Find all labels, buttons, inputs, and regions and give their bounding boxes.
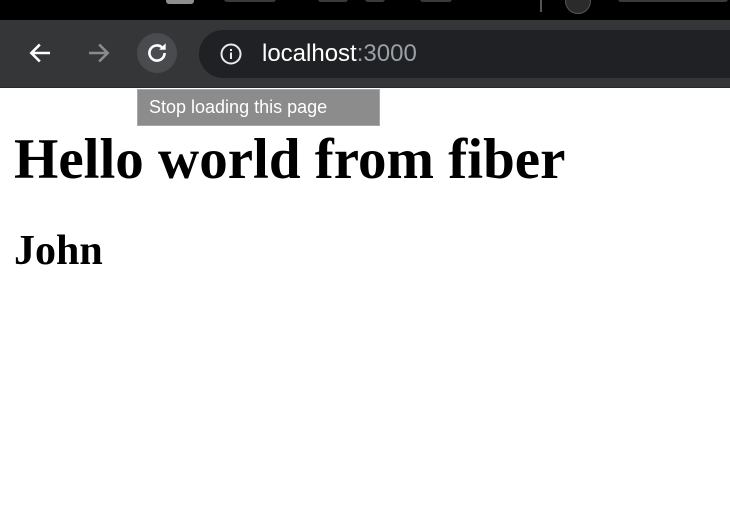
reload-tooltip: Stop loading this page bbox=[137, 89, 380, 126]
page-subheading: John bbox=[14, 228, 103, 274]
reload-button[interactable] bbox=[137, 33, 177, 73]
tab-title-fragment bbox=[420, 0, 452, 2]
tab-title-fragment bbox=[224, 0, 276, 2]
tab-title-fragment bbox=[365, 0, 385, 2]
tab-separator bbox=[540, 0, 542, 12]
forward-button[interactable] bbox=[79, 33, 119, 73]
forward-arrow-icon bbox=[89, 43, 110, 63]
tab-title-fragment bbox=[318, 0, 348, 2]
browser-toolbar: localhost:3000 bbox=[0, 20, 730, 88]
info-icon[interactable] bbox=[219, 42, 243, 66]
tab-strip bbox=[0, 0, 730, 20]
address-bar[interactable]: localhost:3000 bbox=[199, 30, 730, 78]
page-heading: Hello world from fiber bbox=[14, 128, 566, 191]
back-arrow-icon bbox=[29, 43, 50, 63]
tab-favicon[interactable] bbox=[166, 0, 194, 4]
back-button[interactable] bbox=[20, 33, 60, 73]
reload-icon bbox=[148, 43, 166, 62]
url-text[interactable]: localhost:3000 bbox=[262, 40, 417, 68]
url-port: :3000 bbox=[356, 40, 417, 67]
page-content: Hello world from fiber John bbox=[14, 127, 565, 275]
tab-favicon-2[interactable] bbox=[565, 0, 591, 14]
tab-title-fragment bbox=[618, 0, 728, 2]
url-host: localhost bbox=[262, 40, 357, 67]
